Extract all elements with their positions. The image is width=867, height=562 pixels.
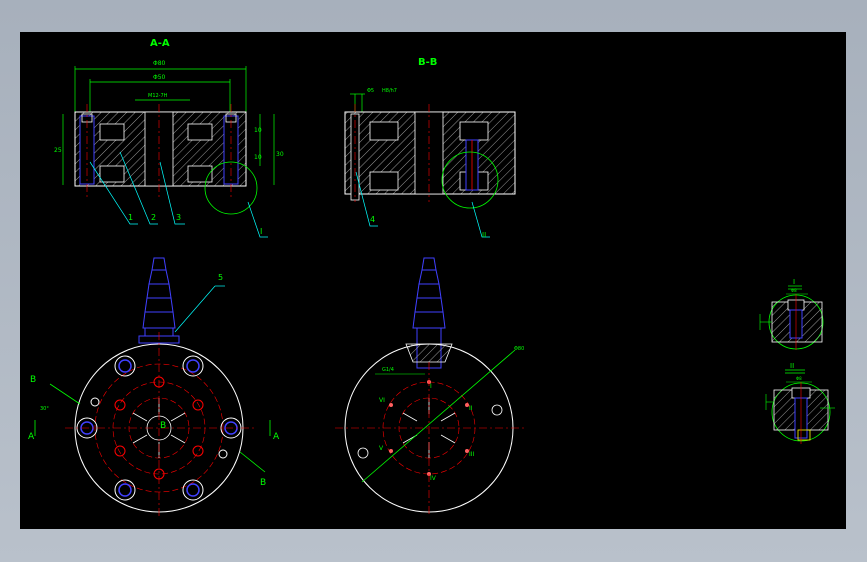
- detail-1-dim: Φ8: [791, 288, 797, 293]
- center-label-b: B: [160, 421, 166, 431]
- port-label-6: VI: [379, 397, 385, 404]
- port-label-3: III: [469, 451, 475, 458]
- section-aa-view: A-A Φ80 Φ50 M12-7H 25 10 10 30 1 2 3 I: [54, 38, 284, 238]
- section-marker-a-right: A: [273, 432, 280, 442]
- dim-height-r3: 30: [276, 151, 284, 158]
- detail-1-view: I Φ8: [759, 278, 824, 350]
- leader-5: [174, 285, 216, 333]
- section-aa-body: [74, 111, 247, 187]
- dim-height-r2: 10: [254, 154, 262, 161]
- port-label-2: II: [469, 405, 473, 412]
- section-marker-b-left: B: [30, 375, 36, 385]
- part-number-5: 5: [218, 273, 223, 282]
- left-plan-view: 5 A A B B B 30°: [28, 257, 280, 517]
- section-marker-b-right: B: [260, 478, 266, 488]
- dim-thread-aa: M12-7H: [148, 93, 168, 99]
- dim-height-r1: 10: [254, 127, 262, 134]
- drawing-sheet: A-A Φ80 Φ50 M12-7H 25 10 10 30 1 2 3 I B…: [28, 38, 835, 517]
- barbed-fitting-left: [138, 257, 180, 344]
- dimension-lines-bb: [350, 93, 365, 112]
- port-label-4: IV: [430, 475, 437, 482]
- part-number-4: 4: [370, 215, 375, 224]
- section-bb-body: [344, 111, 516, 201]
- cad-drawing-canvas: A-A Φ80 Φ50 M12-7H 25 10 10 30 1 2 3 I B…: [20, 32, 846, 529]
- section-bb-view: B-B Φ5 H8/h7 4 II: [344, 57, 516, 239]
- section-bb-title: B-B: [418, 57, 437, 68]
- detail-2-dim: Φ8: [796, 376, 802, 381]
- dim-fit-bb: H8/h7: [382, 88, 397, 94]
- dim-phi80-aa: Φ80: [153, 60, 166, 67]
- section-marker-a-left: A: [28, 432, 35, 442]
- dim-height-left: 25: [54, 147, 62, 154]
- dim-phi50-aa: Φ50: [153, 74, 166, 81]
- port-label-1: I: [430, 383, 432, 390]
- part-number-3: 3: [176, 213, 181, 222]
- detail-ref-1: I: [260, 227, 262, 236]
- section-aa-title: A-A: [150, 38, 170, 49]
- part-number-1: 1: [128, 213, 133, 222]
- dim-phi5-bb: Φ5: [367, 88, 374, 94]
- dim-phi80-plan: Φ80: [514, 346, 524, 352]
- detail-1-title: I: [793, 278, 795, 286]
- port-label-5: V: [379, 445, 384, 452]
- right-plan-view: Φ80 G1/4 I II III IV V VI: [335, 257, 525, 517]
- dim-thread-g14: G1/4: [382, 367, 394, 373]
- detail-2-view: II Φ8: [765, 362, 835, 444]
- detail-2-title: II: [790, 362, 794, 370]
- part-number-2: 2: [151, 213, 156, 222]
- angle-label: 30°: [40, 406, 49, 412]
- detail-ref-2: II: [482, 231, 486, 239]
